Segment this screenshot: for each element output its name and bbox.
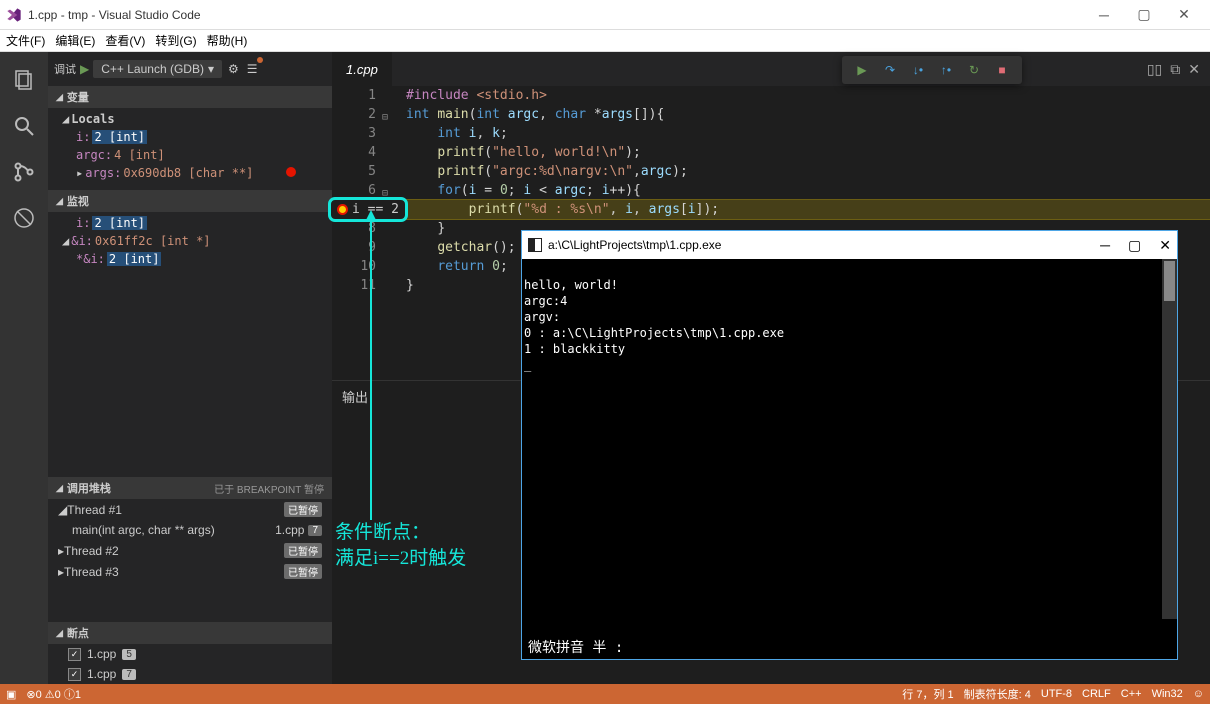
thread-1[interactable]: ◢ Thread #1已暂停 bbox=[48, 499, 332, 520]
window-title: 1.cpp - tmp - Visual Studio Code bbox=[28, 8, 1084, 22]
console-scrollbar[interactable] bbox=[1162, 259, 1177, 619]
step-into-icon[interactable]: ↓• bbox=[908, 60, 928, 80]
breakpoints-header[interactable]: ◢断点 bbox=[48, 622, 332, 644]
debug-sidebar: 调试 ▶ C++ Launch (GDB) ▾ ⚙ ☰ ◢变量 ◢ Locals… bbox=[48, 52, 332, 684]
console-maximize-icon[interactable]: ▢ bbox=[1128, 237, 1141, 254]
watch-i[interactable]: i: 2 [int] bbox=[48, 214, 332, 232]
menu-goto[interactable]: 转到(G) bbox=[155, 32, 196, 49]
status-bar: ▣ ⊗0 ⚠0 ⓘ1 行 7，列 1 制表符长度: 4 UTF-8 CRLF C… bbox=[0, 684, 1210, 704]
minimize-button[interactable]: ─ bbox=[1084, 0, 1124, 30]
status-encoding[interactable]: UTF-8 bbox=[1041, 688, 1072, 700]
status-linecol[interactable]: 行 7，列 1 bbox=[902, 686, 953, 702]
diff-icon[interactable]: ⧉ bbox=[1170, 61, 1180, 78]
step-out-icon[interactable]: ↑• bbox=[936, 60, 956, 80]
console-titlebar[interactable]: a:\C\LightProjects\tmp\1.cpp.exe ─ ▢ ✕ bbox=[522, 231, 1177, 259]
status-arch[interactable]: Win32 bbox=[1152, 688, 1183, 700]
split-editor-icon[interactable]: ▯▯ bbox=[1147, 61, 1162, 78]
continue-icon[interactable]: ▶ bbox=[852, 60, 872, 80]
tab-1cpp[interactable]: 1.cpp bbox=[332, 52, 392, 86]
console-minimize-icon[interactable]: ─ bbox=[1100, 237, 1110, 254]
breakpoint-2[interactable]: ✓1.cpp7 bbox=[48, 664, 332, 684]
status-eol[interactable]: CRLF bbox=[1082, 688, 1111, 700]
restart-icon[interactable]: ↻ bbox=[964, 60, 984, 80]
annotation-text: 条件断点： 满足i==2时触发 bbox=[335, 520, 466, 572]
var-i[interactable]: i: 2 [int] bbox=[48, 128, 332, 146]
start-debug-icon[interactable]: ▶ bbox=[80, 62, 89, 76]
watch-deref-i[interactable]: *&i: 2 [int] bbox=[48, 250, 332, 268]
menu-file[interactable]: 文件(F) bbox=[6, 32, 45, 49]
tab-bar: 1.cpp ▯▯ ⧉ ✕ bbox=[332, 52, 1210, 86]
console-close-icon[interactable]: ✕ bbox=[1159, 237, 1171, 254]
menu-edit[interactable]: 编辑(E) bbox=[55, 32, 95, 49]
scm-icon[interactable] bbox=[10, 158, 38, 186]
stop-icon[interactable]: ■ bbox=[992, 60, 1012, 80]
maximize-button[interactable]: ▢ bbox=[1124, 0, 1164, 30]
debug-label: 调试 bbox=[54, 61, 76, 77]
variables-header[interactable]: ◢变量 bbox=[48, 86, 332, 108]
callstack-header[interactable]: ◢调用堆栈已于 BREAKPOINT 暂停 bbox=[48, 477, 332, 499]
menu-bar: 文件(F) 编辑(E) 查看(V) 转到(G) 帮助(H) bbox=[0, 30, 1210, 52]
console-window[interactable]: a:\C\LightProjects\tmp\1.cpp.exe ─ ▢ ✕ h… bbox=[521, 230, 1178, 660]
breakpoint-1[interactable]: ✓1.cpp5 bbox=[48, 644, 332, 664]
thread-3[interactable]: ▸ Thread #3已暂停 bbox=[48, 561, 332, 582]
locals-header[interactable]: ◢ Locals bbox=[48, 110, 332, 128]
annotation-arrow bbox=[370, 220, 372, 520]
status-problems[interactable]: ⊗0 ⚠0 ⓘ1 bbox=[26, 686, 81, 702]
step-over-icon[interactable]: ↷ bbox=[880, 60, 900, 80]
gear-icon[interactable]: ⚙ bbox=[226, 60, 241, 78]
frame-main[interactable]: main(int argc, char ** args)1.cpp7 bbox=[48, 520, 332, 540]
title-bar: 1.cpp - tmp - Visual Studio Code ─ ▢ ✕ bbox=[0, 0, 1210, 30]
debug-icon[interactable] bbox=[10, 204, 38, 232]
close-button[interactable]: ✕ bbox=[1164, 0, 1204, 30]
status-language[interactable]: C++ bbox=[1121, 688, 1142, 700]
watch-addr-i[interactable]: ◢ &i: 0x61ff2c [int *] bbox=[48, 232, 332, 250]
thread-2[interactable]: ▸ Thread #2已暂停 bbox=[48, 540, 332, 561]
vscode-icon bbox=[6, 7, 22, 23]
launch-config-select[interactable]: C++ Launch (GDB) ▾ bbox=[93, 60, 222, 78]
explorer-icon[interactable] bbox=[10, 66, 38, 94]
ime-status: 微软拼音 半 : bbox=[522, 635, 1177, 659]
status-feedback-icon[interactable]: ☺ bbox=[1193, 688, 1204, 700]
debug-toolbar-float[interactable]: ▶ ↷ ↓• ↑• ↻ ■ bbox=[842, 56, 1022, 84]
menu-view[interactable]: 查看(V) bbox=[105, 32, 145, 49]
breakpoint-dot-icon[interactable] bbox=[286, 167, 296, 177]
conditional-bp-icon bbox=[337, 204, 348, 215]
console-output[interactable]: hello, world! argc:4 argv: 0 : a:\C\Ligh… bbox=[522, 259, 1177, 635]
watch-header[interactable]: ◢监视 bbox=[48, 190, 332, 212]
activity-bar bbox=[0, 52, 48, 684]
status-window-icon[interactable]: ▣ bbox=[6, 688, 16, 701]
debug-console-icon[interactable]: ☰ bbox=[245, 60, 260, 78]
console-icon bbox=[528, 238, 542, 252]
var-argc[interactable]: argc: 4 [int] bbox=[48, 146, 332, 164]
status-spaces[interactable]: 制表符长度: 4 bbox=[964, 686, 1031, 702]
menu-help[interactable]: 帮助(H) bbox=[207, 32, 248, 49]
close-tab-icon[interactable]: ✕ bbox=[1188, 61, 1200, 78]
search-icon[interactable] bbox=[10, 112, 38, 140]
